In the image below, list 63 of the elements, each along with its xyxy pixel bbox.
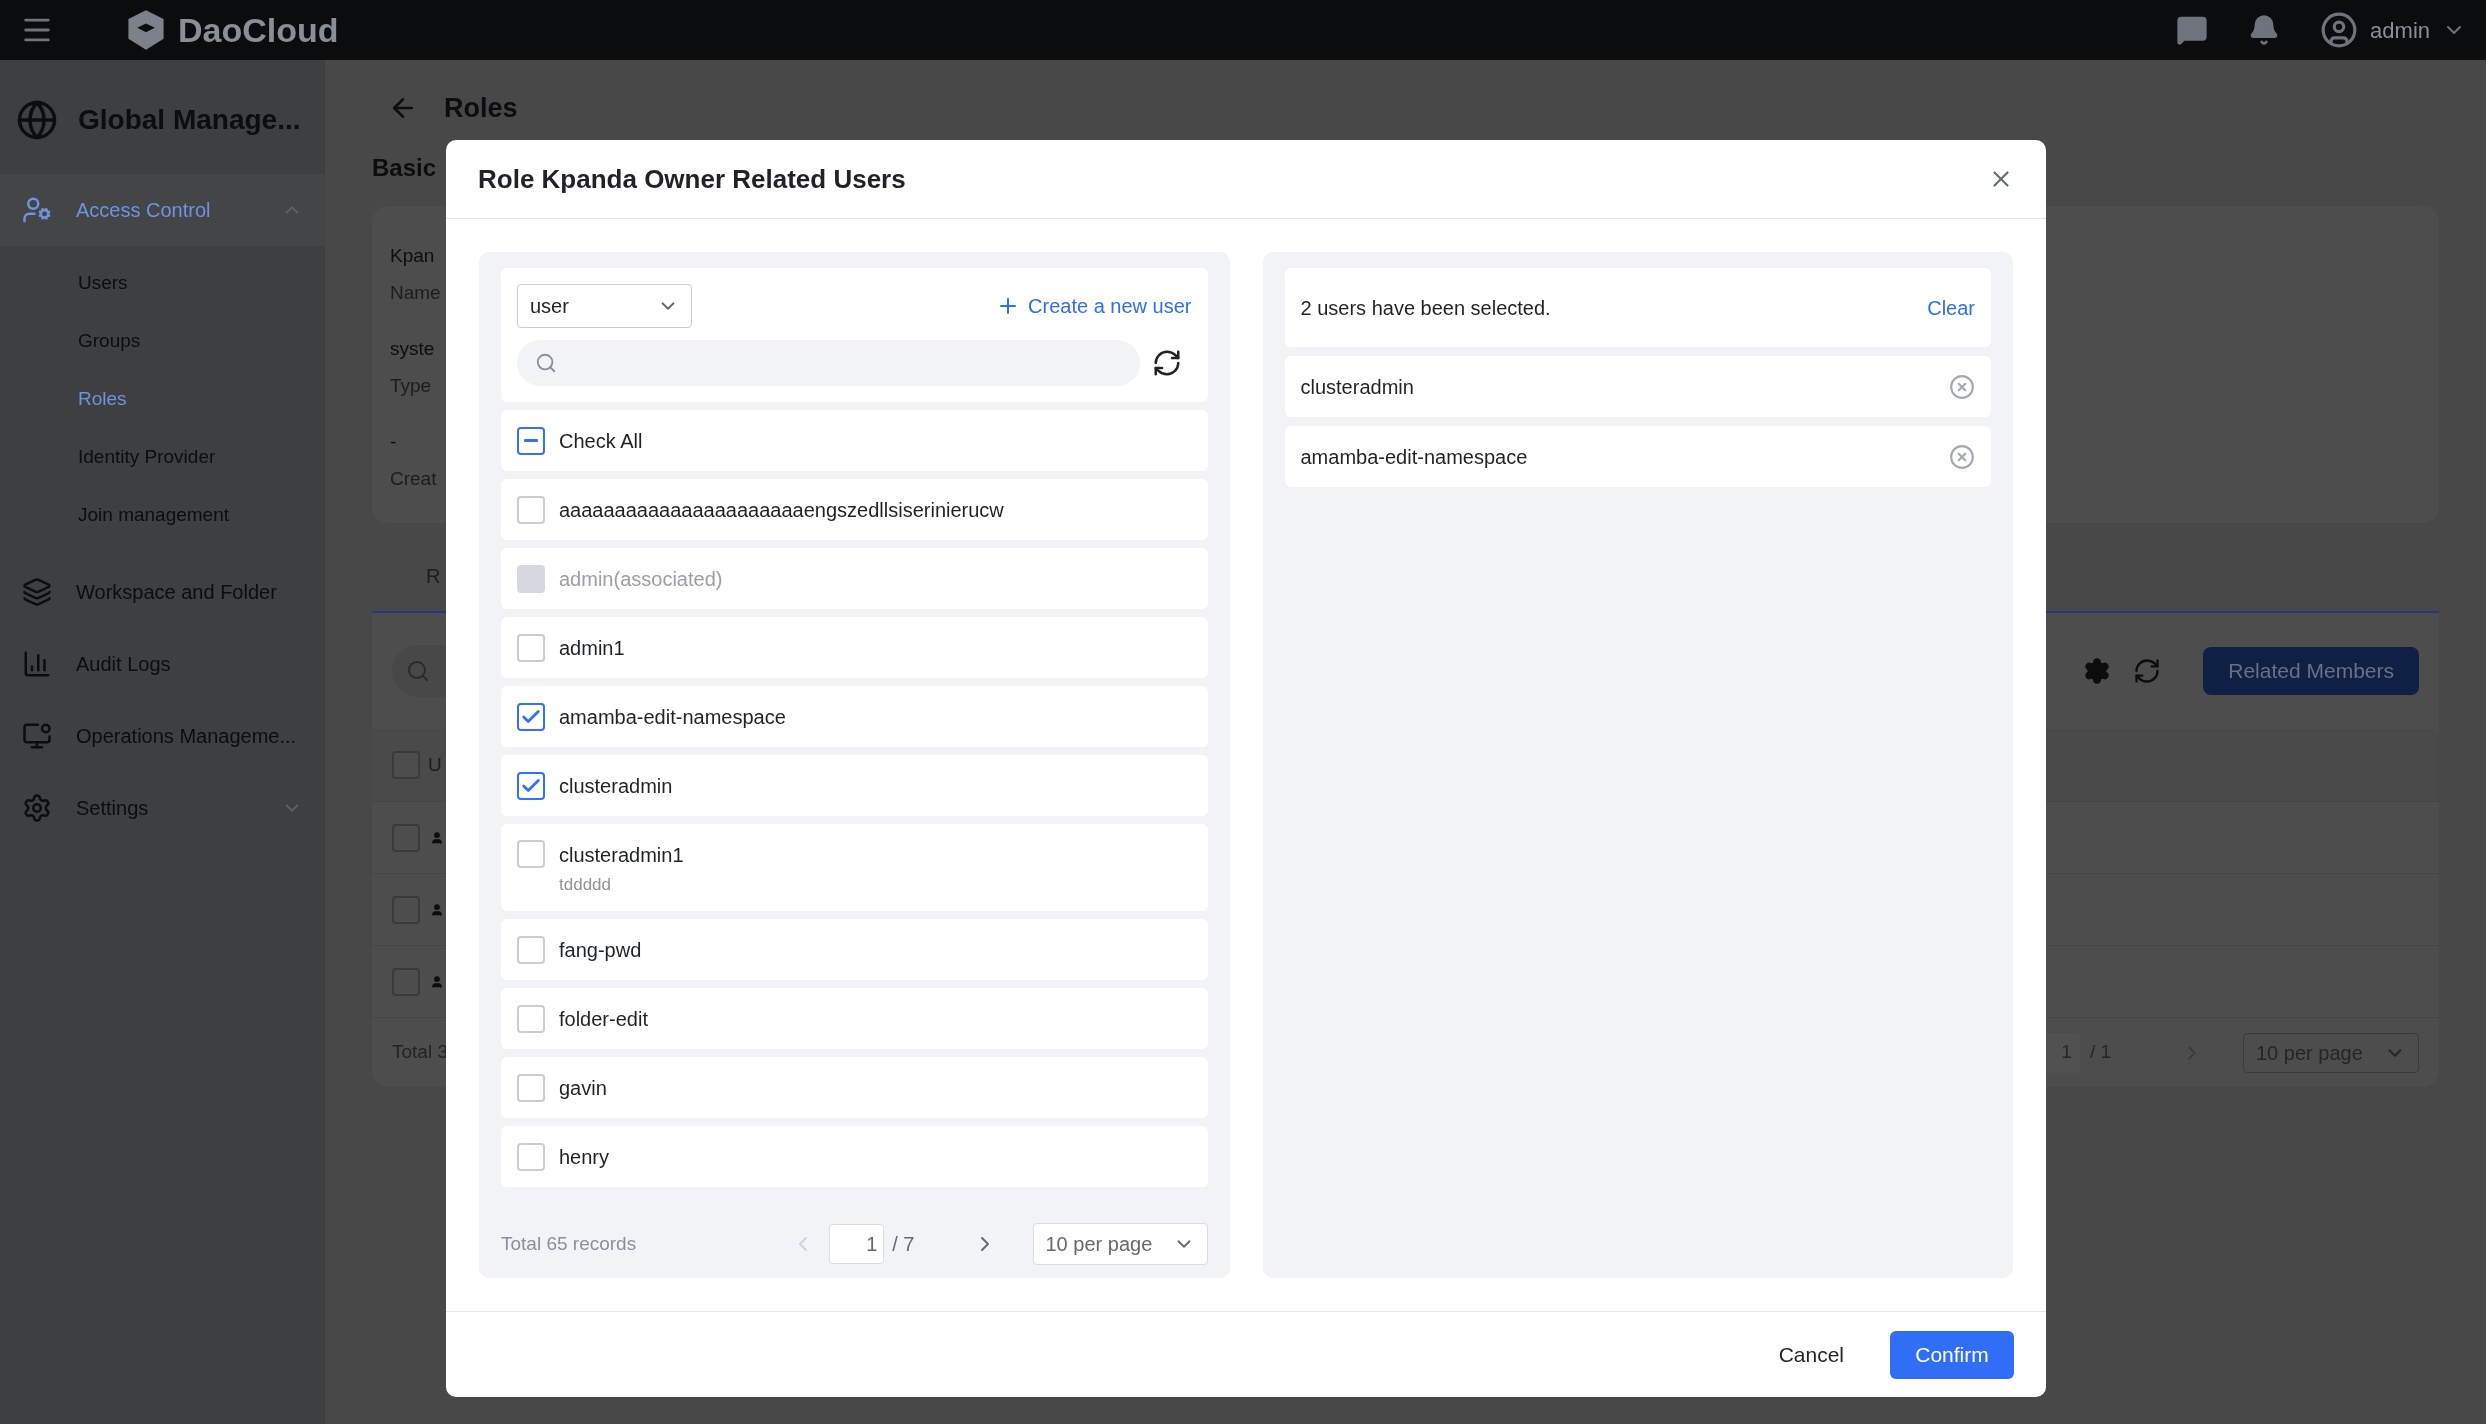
related-members-button[interactable]: Related Members <box>2203 647 2419 695</box>
globe-icon <box>16 99 58 141</box>
sidebar-item-icon <box>22 577 52 607</box>
user-name: clusteradmin1 <box>559 843 684 868</box>
user-description: tddddd <box>559 874 612 896</box>
user-row[interactable]: clusteradmin <box>501 755 1208 816</box>
remove-icon[interactable] <box>1949 373 1975 400</box>
confirm-button[interactable]: Confirm <box>1890 1330 2014 1379</box>
selected-user: amamba-edit-namespace <box>1300 444 1528 470</box>
sidebar-item[interactable]: Access Control <box>0 174 325 246</box>
user-row[interactable]: gavin <box>501 1057 1208 1118</box>
avatar-icon[interactable] <box>2320 11 2359 49</box>
message-icon[interactable] <box>2176 14 2209 46</box>
minus-icon <box>524 439 538 442</box>
user-name: fang-pwd <box>559 937 642 963</box>
page-count: / 7 <box>892 1232 915 1257</box>
sidebar-item-icon <box>22 721 52 751</box>
page-title: Roles <box>444 91 518 125</box>
user-name: aaaaaaaaaaaaaaaaaaaaaaengszedllsiserinierucw <box>559 497 1004 523</box>
dialog-title: Role Kpanda Owner Related Users <box>478 162 906 196</box>
cancel-button[interactable]: Cancel <box>1762 1330 1860 1379</box>
user-row[interactable]: fang-pwd <box>501 919 1208 980</box>
checkbox[interactable] <box>517 426 545 455</box>
user-name: folder-edit <box>559 1006 648 1032</box>
selected-user: clusteradmin <box>1300 374 1414 400</box>
search-icon <box>535 352 557 374</box>
type-select[interactable]: user <box>517 284 692 328</box>
user-row[interactable]: admin1 <box>501 617 1208 678</box>
user-row[interactable]: aaaaaaaaaaaaaaaaaaaaaaengszedllsiserinierucw <box>501 479 1208 540</box>
section-title: Basic <box>372 153 437 183</box>
sidebar-item-icon <box>22 649 52 679</box>
user-name: admin(associated) <box>559 566 723 592</box>
search-field[interactable] <box>517 340 1140 386</box>
page-input[interactable]: 1 <box>829 1224 885 1264</box>
user-name: henry <box>559 1144 610 1170</box>
user-row[interactable]: amamba-edit-namespace <box>501 686 1208 747</box>
user-name: gavin <box>559 1075 607 1101</box>
sidebar-item-icon <box>22 195 52 225</box>
info-value: Kpan <box>390 244 435 268</box>
user-name: clusteradmin <box>559 773 673 799</box>
refresh-icon[interactable] <box>1152 348 1182 378</box>
user-name[interactable]: admin <box>2370 13 2430 47</box>
clear-link[interactable]: Clear <box>1927 292 1975 323</box>
check-all-row[interactable]: Check All <box>501 410 1208 471</box>
create-user-link[interactable]: Create a new user <box>996 291 1192 321</box>
settings-icon[interactable] <box>2083 657 2112 685</box>
user-row[interactable]: henry <box>501 1126 1208 1187</box>
total-records: Total 65 records <box>501 1231 637 1256</box>
user-name: admin1 <box>559 635 625 661</box>
selection-summary: 2 users have been selected. <box>1300 295 1551 321</box>
user-row[interactable]: clusteradmin1 tddddd <box>501 824 1208 911</box>
remove-icon[interactable] <box>1949 443 1975 470</box>
user-name: amamba-edit-namespace <box>559 704 786 730</box>
info-value: - <box>390 430 397 454</box>
checkbox[interactable] <box>517 771 545 800</box>
brand-name: DaoCloud <box>178 9 339 51</box>
user-row[interactable]: folder-edit <box>501 988 1208 1049</box>
page-size-select[interactable]: 10 per page <box>1032 1223 1208 1265</box>
sidebar-item-icon <box>22 793 52 823</box>
info-value: syste <box>390 337 435 361</box>
sidebar-subitem[interactable]: Roles <box>0 370 325 428</box>
checkbox[interactable] <box>517 702 545 731</box>
search-icon <box>406 659 430 683</box>
